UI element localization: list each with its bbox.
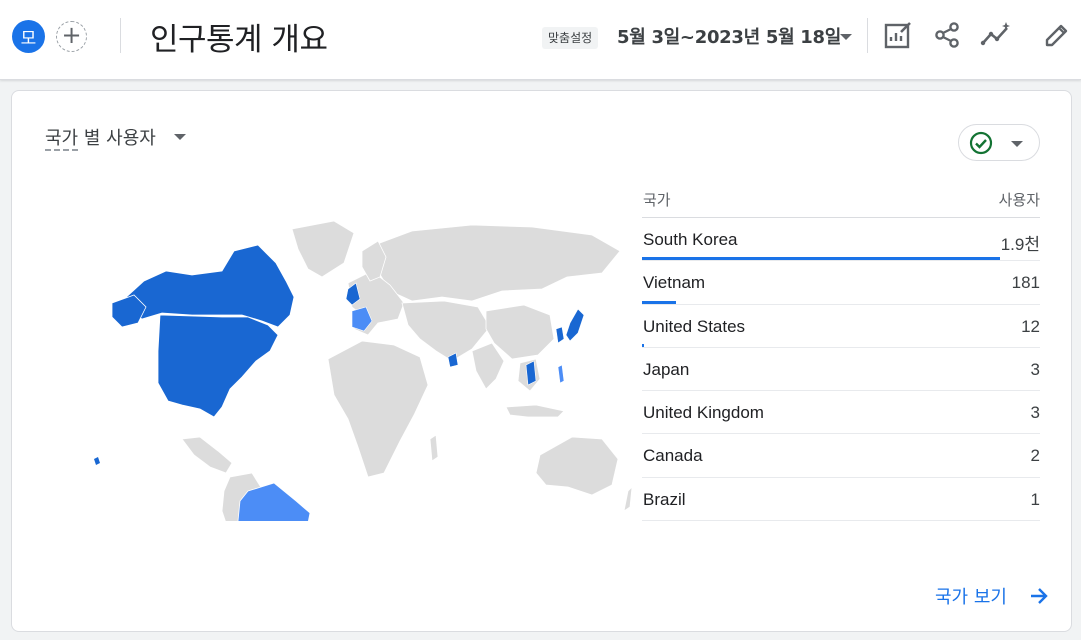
top-app-bar: 모 + 인구통계 개요 맞춤설정 5월 3일~2023년 5월 18일 <box>0 0 1081 80</box>
date-range-label[interactable]: 5월 3일~2023년 5월 18일 <box>617 23 841 49</box>
chevron-down-icon <box>1011 141 1023 147</box>
table-row[interactable]: United States 12 <box>642 305 1040 348</box>
insights-icon[interactable] <box>980 20 1010 50</box>
users-value: 2 <box>1030 446 1040 466</box>
table-row[interactable]: Canada 2 <box>642 434 1040 478</box>
avatar-letter: 모 <box>20 29 37 49</box>
property-avatar[interactable]: 모 <box>12 20 45 53</box>
share-bar <box>642 343 645 347</box>
divider <box>120 18 121 53</box>
madagascar <box>429 434 439 462</box>
table-row[interactable]: Vietnam 181 <box>642 261 1040 305</box>
greenland <box>291 220 355 278</box>
indonesia <box>505 404 565 418</box>
chevron-down-icon[interactable] <box>174 134 186 140</box>
country-name: Japan <box>643 359 690 379</box>
users-value: 181 <box>1011 273 1040 293</box>
date-preset-chip[interactable]: 맞춤설정 <box>542 27 599 49</box>
users-value: 3 <box>1030 359 1040 379</box>
divider <box>867 18 868 53</box>
table-row[interactable]: South Korea 1.9천 <box>642 218 1040 262</box>
share-icon[interactable] <box>932 20 962 50</box>
users-by-country-card: 국가 별 사용자 국가 사용자 South Korea 1.9천 Vietnam… <box>11 90 1072 632</box>
dimension-label[interactable]: 국가 <box>45 128 79 151</box>
customize-report-icon[interactable] <box>883 20 913 50</box>
column-header-users: 사용자 <box>998 191 1040 209</box>
add-comparison-button[interactable]: + <box>56 21 87 52</box>
view-countries-link[interactable]: 국가 보기 <box>935 583 1007 609</box>
table-row[interactable]: Brazil 1 <box>642 478 1040 522</box>
arrow-forward-icon[interactable] <box>1028 585 1050 607</box>
canada <box>121 244 295 328</box>
users-value: 1.9천 <box>1000 235 1040 254</box>
country-name: South Korea <box>643 230 738 249</box>
country-name: United Kingdom <box>643 403 764 423</box>
edit-pencil-icon[interactable] <box>1042 20 1072 50</box>
chevron-down-icon[interactable] <box>840 34 852 40</box>
south-korea <box>555 326 565 344</box>
country-table: 국가 사용자 South Korea 1.9천 Vietnam 181 United S… <box>642 187 1040 522</box>
philippines <box>557 364 565 384</box>
japan <box>565 308 585 342</box>
russia <box>371 224 621 302</box>
country-name: Canada <box>643 446 703 466</box>
world-map <box>94 220 632 521</box>
check-circle-icon <box>969 131 993 155</box>
card-status-dropdown[interactable] <box>958 124 1040 161</box>
users-value: 12 <box>1021 316 1040 336</box>
add-symbol: + <box>61 21 82 49</box>
country-name: United States <box>643 316 746 336</box>
united-states <box>157 314 279 418</box>
mexico <box>181 436 233 474</box>
share-bar <box>642 300 676 304</box>
metric-label: 별 사용자 <box>78 128 156 149</box>
table-row[interactable]: United Kingdom 3 <box>642 391 1040 435</box>
south-asia <box>471 342 505 390</box>
country-name: Vietnam <box>643 273 706 293</box>
africa <box>327 340 429 478</box>
australia <box>535 436 619 496</box>
share-bar <box>642 257 1000 261</box>
users-value: 3 <box>1030 403 1040 423</box>
new-zealand <box>623 486 632 512</box>
vietnam <box>525 360 537 386</box>
table-header: 국가 사용자 <box>642 187 1040 218</box>
table-row[interactable]: Japan 3 <box>642 348 1040 392</box>
country-name: Brazil <box>643 489 686 509</box>
card-title[interactable]: 국가 별 사용자 <box>45 124 156 151</box>
hawaii <box>94 457 100 465</box>
page-title: 인구통계 개요 <box>150 22 328 58</box>
users-value: 1 <box>1030 489 1040 509</box>
column-header-country: 국가 <box>643 191 671 209</box>
